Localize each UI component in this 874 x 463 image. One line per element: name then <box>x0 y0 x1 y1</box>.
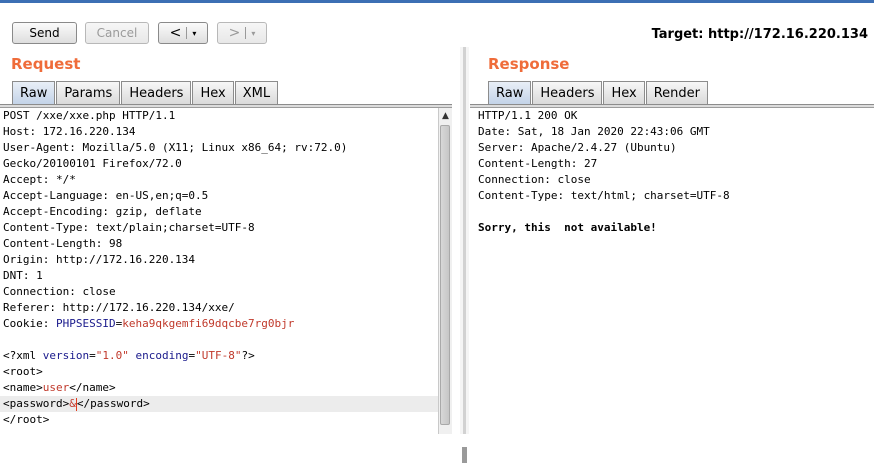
request-tabs: Raw Params Headers Hex XML <box>12 81 279 104</box>
response-line: Date: Sat, 18 Jan 2020 22:43:06 GMT <box>478 125 710 138</box>
tab-hex[interactable]: Hex <box>192 81 234 104</box>
xml-root-close: </root> <box>3 413 50 426</box>
response-tabs: Raw Headers Hex Render <box>488 81 709 104</box>
xml-version-value: "1.0" <box>95 349 129 362</box>
cancel-button[interactable]: Cancel <box>85 22 149 44</box>
splitter-grip[interactable] <box>462 447 467 463</box>
request-editor[interactable]: POST /xxe/xxe.php HTTP/1.1 Host: 172.16.… <box>0 108 438 434</box>
pane-splitter[interactable] <box>460 47 469 463</box>
forward-button[interactable]: > ▾ <box>217 22 267 44</box>
xml-password-line: <password>&</password> <box>0 396 438 412</box>
response-viewer[interactable]: HTTP/1.1 200 OK Date: Sat, 18 Jan 2020 2… <box>476 108 874 434</box>
request-line: POST /xxe/xxe.php HTTP/1.1 <box>3 109 176 122</box>
xml-name-line: <name>user</name> <box>0 380 438 396</box>
scroll-thumb[interactable] <box>440 125 450 425</box>
forward-arrow-icon: > <box>228 25 241 41</box>
response-line: HTTP/1.1 200 OK <box>478 109 578 122</box>
xml-password-close: </password> <box>76 397 150 410</box>
cookie-prefix: Cookie: <box>3 317 56 330</box>
cookie-value: keha9qkgemfi69dqcbe7rg0bjr <box>122 317 295 330</box>
cookie-name: PHPSESSID <box>55 317 116 330</box>
tab-params[interactable]: Params <box>56 81 121 104</box>
request-line: Origin: http://172.16.220.134 <box>3 253 196 266</box>
request-line: Referer: http://172.16.220.134/xxe/ <box>3 301 235 314</box>
xml-encoding-value: "UTF-8" <box>195 349 242 362</box>
request-scrollbar[interactable]: ▲ <box>438 108 452 434</box>
scroll-up-arrow-icon[interactable]: ▲ <box>440 110 451 122</box>
xml-password-open: <password> <box>3 397 70 410</box>
xml-name-close: </name> <box>69 381 116 394</box>
tab-xml[interactable]: XML <box>234 81 279 104</box>
xml-name-open: <name> <box>3 381 43 394</box>
toolbar: Send Cancel < ▾ > ▾ Target: http://172.1… <box>0 3 874 47</box>
xml-decl-open: <?xml <box>3 349 43 362</box>
back-arrow-icon: < <box>169 25 182 41</box>
request-line: Connection: close <box>3 285 116 298</box>
xml-equals: = <box>89 349 96 362</box>
tab-raw[interactable]: Raw <box>488 81 532 104</box>
xml-decl-close: ?> <box>241 349 255 362</box>
cookie-line: Cookie: PHPSESSID=keha9qkgemfi69dqcbe7rg… <box>0 316 438 332</box>
splitter-bar <box>463 47 466 434</box>
request-line: Gecko/20100101 Firefox/72.0 <box>3 157 182 170</box>
tab-headers[interactable]: Headers <box>532 81 603 104</box>
tab-hex[interactable]: Hex <box>603 81 645 104</box>
chevron-down-icon[interactable]: ▾ <box>192 29 196 38</box>
tab-headers[interactable]: Headers <box>121 81 192 104</box>
back-button[interactable]: < ▾ <box>158 22 208 44</box>
xml-version-attr: version <box>42 349 90 362</box>
response-body: Sorry, this not available! <box>478 221 657 234</box>
request-line: Accept-Encoding: gzip, deflate <box>3 205 202 218</box>
chevron-down-icon[interactable]: ▾ <box>251 29 255 38</box>
request-line: Accept-Language: en-US,en;q=0.5 <box>3 189 209 202</box>
request-title: Request <box>11 55 81 73</box>
response-line: Connection: close <box>478 173 591 186</box>
request-line: Host: 172.16.220.134 <box>3 125 136 138</box>
xml-root-open: <root> <box>3 365 43 378</box>
button-separator <box>245 27 247 39</box>
xml-declaration: <?xml version="1.0" encoding="UTF-8"?> <box>0 348 438 364</box>
response-title: Response <box>488 55 570 73</box>
tab-render[interactable]: Render <box>645 81 708 104</box>
request-line: Accept: */* <box>3 173 76 186</box>
response-line: Content-Type: text/html; charset=UTF-8 <box>478 189 730 202</box>
xml-name-value: user <box>42 381 70 394</box>
button-separator <box>186 27 188 39</box>
request-line: DNT: 1 <box>3 269 43 282</box>
request-line: Content-Length: 98 <box>3 237 123 250</box>
xml-encoding-attr: encoding <box>135 349 189 362</box>
tab-raw[interactable]: Raw <box>12 81 56 104</box>
response-line: Server: Apache/2.4.27 (Ubuntu) <box>478 141 677 154</box>
request-line: User-Agent: Mozilla/5.0 (X11; Linux x86_… <box>3 141 348 154</box>
send-button[interactable]: Send <box>12 22 77 44</box>
request-line: Content-Type: text/plain;charset=UTF-8 <box>3 221 255 234</box>
target-label[interactable]: Target: http://172.16.220.134 <box>652 27 868 42</box>
xml-password-value: & <box>69 397 76 410</box>
response-line: Content-Length: 27 <box>478 157 598 170</box>
